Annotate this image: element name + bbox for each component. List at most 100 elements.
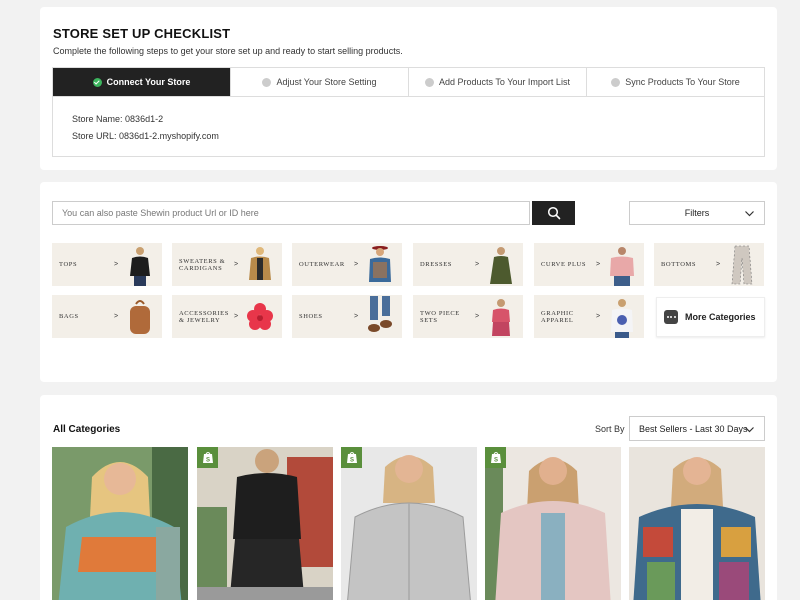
category-arrow: > — [475, 261, 480, 268]
category-arrow: > — [234, 313, 239, 320]
more-categories-button[interactable]: More Categories — [656, 297, 765, 337]
category-arrow: > — [114, 313, 119, 320]
category-shoes[interactable]: SHOES > — [292, 295, 402, 338]
chevron-down-icon — [745, 427, 754, 433]
shopify-icon: S — [197, 447, 218, 468]
product-card[interactable]: S — [485, 447, 621, 600]
bottoms-pants-image — [731, 245, 753, 285]
category-label: SWEATERS & CARDIGANS — [179, 257, 226, 272]
product-image-striped-top — [52, 447, 188, 600]
circle-icon — [262, 77, 272, 87]
category-two-piece-sets[interactable]: TWO PIECE SETS > — [413, 295, 523, 338]
tab-sync-products[interactable]: Sync Products To Your Store — [587, 68, 764, 96]
filters-dropdown[interactable]: Filters — [629, 201, 765, 225]
search-button[interactable] — [532, 201, 575, 225]
sort-value: Best Sellers - Last 30 Days — [639, 423, 748, 434]
shopify-icon: S — [341, 447, 362, 468]
circle-icon — [611, 77, 621, 87]
category-label: SHOES — [299, 313, 323, 320]
filters-label: Filters — [684, 208, 710, 218]
category-curve-plus[interactable]: CURVE PLUS > — [534, 243, 644, 286]
product-listing: All Categories Sort By Best Sellers - La… — [40, 395, 777, 600]
tab-add-products-import-list[interactable]: Add Products To Your Import List — [409, 68, 587, 96]
shopify-icon: S — [485, 447, 506, 468]
category-arrow: > — [354, 261, 359, 268]
store-info: Store Name: 0836d1-2 Store URL: 0836d1-2… — [53, 97, 764, 145]
svg-text:S: S — [349, 458, 353, 464]
hair-clip-flower-image — [247, 303, 273, 330]
shoes-image — [368, 296, 392, 332]
product-image-black-set — [197, 447, 333, 600]
store-url-value: 0836d1-2.myshopify.com — [119, 131, 219, 141]
more-dots-icon — [664, 310, 678, 324]
store-name-row: Store Name: 0836d1-2 — [72, 111, 764, 128]
category-accessories-jewelry[interactable]: ACCESSORIES & JEWELRY > — [172, 295, 282, 338]
curve-plus-model-image — [610, 247, 634, 286]
store-url-row: Store URL: 0836d1-2.myshopify.com — [72, 128, 764, 145]
svg-text:S: S — [493, 458, 497, 464]
category-arrow: > — [596, 261, 601, 268]
step-label: Add Products To Your Import List — [439, 77, 570, 87]
step-label: Adjust Your Store Setting — [276, 77, 377, 87]
store-url-label: Store URL: — [72, 131, 117, 141]
category-tops[interactable]: TOPS > — [52, 243, 162, 286]
product-card[interactable]: S — [197, 447, 333, 600]
search-input[interactable] — [52, 201, 530, 225]
category-label: TOPS — [59, 261, 78, 268]
step-label: Sync Products To Your Store — [625, 77, 740, 87]
category-label: ACCESSORIES & JEWELRY — [179, 309, 229, 324]
product-card[interactable] — [629, 447, 765, 600]
category-bags[interactable]: BAGS > — [52, 295, 162, 338]
check-circle-icon — [92, 77, 102, 87]
category-label: OUTERWEAR — [299, 261, 345, 268]
category-graphic-apparel[interactable]: GRAPHIC APPAREL > — [534, 295, 644, 338]
search-icon — [547, 206, 560, 220]
tops-model-image — [130, 247, 150, 286]
category-label: GRAPHIC APPAREL — [541, 309, 574, 324]
category-label: CURVE PLUS — [541, 261, 587, 268]
tab-adjust-store-setting[interactable]: Adjust Your Store Setting — [231, 68, 409, 96]
category-dresses[interactable]: DRESSES > — [413, 243, 523, 286]
category-label: DRESSES — [420, 261, 453, 268]
store-name-value: 0836d1-2 — [125, 114, 164, 124]
chevron-down-icon — [745, 211, 754, 217]
category-label: BOTTOMS — [661, 261, 697, 268]
product-image-silver-shirt — [341, 447, 477, 600]
category-arrow: > — [234, 261, 239, 268]
more-categories-label: More Categories — [685, 312, 756, 322]
category-outerwear[interactable]: OUTERWEAR > — [292, 243, 402, 286]
section-title: All Categories — [53, 424, 121, 435]
tab-connect-your-store[interactable]: Connect Your Store — [53, 68, 231, 96]
graphic-tee-model-image — [611, 299, 633, 338]
catalog-search-panel: Filters TOPS > SWEATERS & CARDIGANS > OU… — [40, 182, 777, 382]
store-setup-checklist: STORE SET UP CHECKLIST Complete the foll… — [40, 7, 777, 170]
sort-dropdown[interactable]: Best Sellers - Last 30 Days — [629, 416, 765, 441]
step-label: Connect Your Store — [106, 77, 191, 87]
checklist-subtitle: Complete the following steps to get your… — [53, 46, 403, 56]
sweaters-model-image — [249, 247, 271, 280]
step-tabs: Connect Your Store Adjust Your Store Set… — [53, 68, 764, 97]
category-arrow: > — [114, 261, 119, 268]
circle-icon — [425, 77, 435, 87]
product-card[interactable] — [52, 447, 188, 600]
product-image-pink-cardigan — [485, 447, 621, 600]
product-image-patchwork-cardigan — [629, 447, 765, 600]
category-arrow: > — [354, 313, 359, 320]
dresses-model-image — [490, 247, 512, 284]
product-card[interactable]: S — [341, 447, 477, 600]
store-name-label: Store Name: — [72, 114, 123, 124]
category-label: TWO PIECE SETS — [420, 309, 460, 324]
category-arrow: > — [596, 313, 601, 320]
svg-text:S: S — [205, 458, 209, 464]
category-arrow: > — [716, 261, 721, 268]
outerwear-model-image — [369, 246, 391, 282]
bags-image — [130, 300, 150, 334]
category-bottoms[interactable]: BOTTOMS > — [654, 243, 764, 286]
category-sweaters-cardigans[interactable]: SWEATERS & CARDIGANS > — [172, 243, 282, 286]
category-arrow: > — [475, 313, 480, 320]
two-piece-model-image — [492, 299, 510, 336]
checklist-title: STORE SET UP CHECKLIST — [53, 26, 231, 41]
checklist-steps-panel: Connect Your Store Adjust Your Store Set… — [52, 67, 765, 157]
sort-label: Sort By — [595, 424, 625, 434]
category-label: BAGS — [59, 313, 79, 320]
